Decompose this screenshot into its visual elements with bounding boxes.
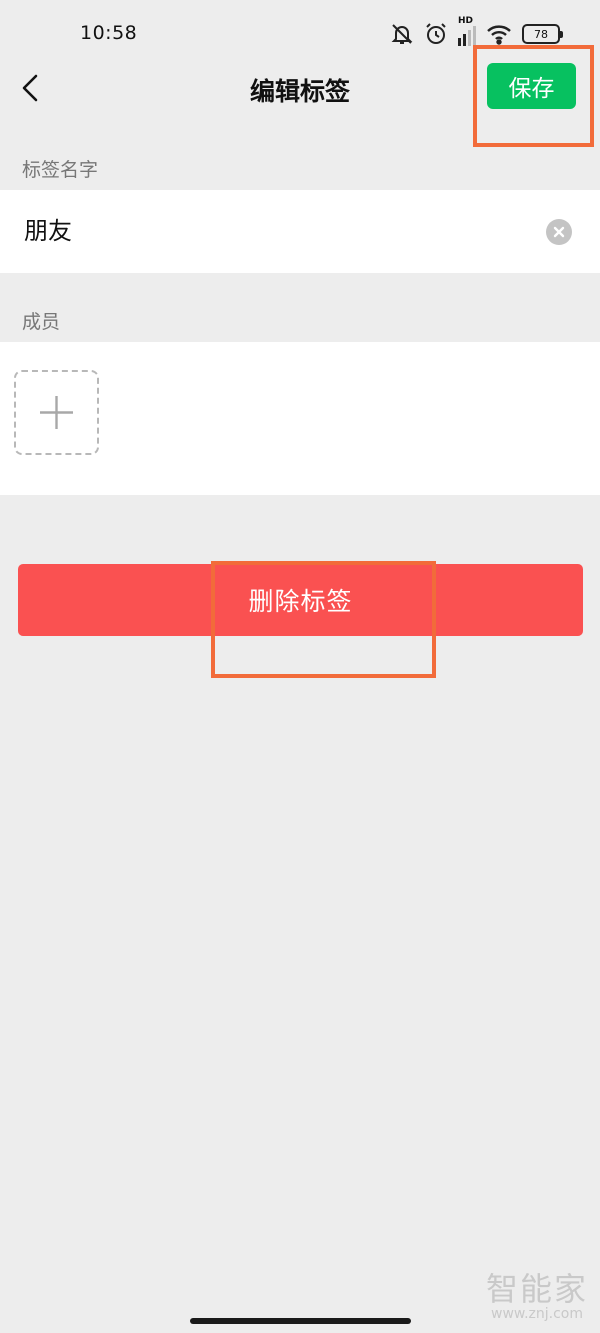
- status-icons: HD 78: [390, 16, 563, 46]
- signal-icon: HD: [458, 16, 476, 46]
- status-time: 10:58: [80, 22, 138, 44]
- add-member-button[interactable]: [14, 370, 99, 455]
- wifi-icon: [486, 23, 512, 45]
- network-type-label: HD: [458, 16, 474, 26]
- plus-icon: [16, 372, 97, 453]
- clear-input-button[interactable]: [546, 219, 572, 245]
- watermark: 智能家 www.znj.com: [486, 1272, 588, 1322]
- tag-name-input[interactable]: [24, 214, 504, 242]
- tag-name-label: 标签名字: [22, 159, 99, 181]
- clear-icon: [546, 219, 572, 245]
- alarm-icon: [424, 22, 448, 46]
- home-indicator[interactable]: [190, 1318, 411, 1324]
- watermark-text: 智能家: [485, 1270, 588, 1308]
- watermark-url: www.znj.com: [491, 1306, 583, 1322]
- mute-bell-icon: [390, 22, 414, 46]
- delete-highlight-box: [211, 561, 436, 678]
- members-label: 成员: [22, 311, 61, 333]
- battery-icon: 78: [522, 24, 563, 44]
- save-highlight-box: [473, 45, 594, 147]
